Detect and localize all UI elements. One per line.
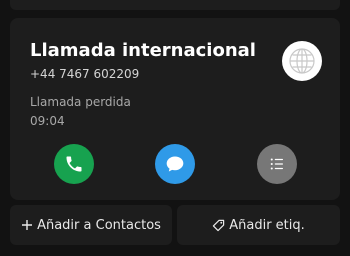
add-tag-label: Añadir etiq. [229,217,305,233]
message-bubble-icon [166,156,184,172]
call-details-button[interactable] [257,144,297,184]
call-status: Llamada perdida [30,95,131,109]
add-tag-button[interactable]: Añadir etiq. [177,205,340,245]
message-button[interactable] [155,144,195,184]
plus-icon [21,219,33,231]
call-log-card: Llamada internacional +44 7467 602209 Ll… [10,18,340,200]
call-time: 09:04 [30,114,65,128]
call-button[interactable] [54,144,94,184]
phone-number[interactable]: +44 7467 602209 [30,67,139,81]
phone-icon [66,156,82,172]
add-to-contacts-button[interactable]: Añadir a Contactos [10,205,172,245]
tag-icon [212,219,225,232]
contact-name: Llamada internacional [30,40,256,61]
globe-avatar[interactable] [282,41,322,81]
previous-card-edge [10,0,340,10]
globe-icon [289,48,315,74]
list-icon [270,158,283,170]
add-to-contacts-label: Añadir a Contactos [37,217,161,233]
